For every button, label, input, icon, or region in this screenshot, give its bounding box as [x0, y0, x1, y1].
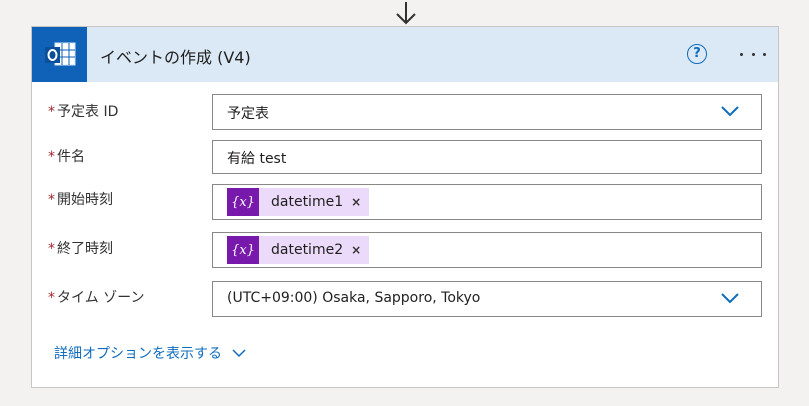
outlook-calendar-icon [32, 27, 87, 82]
required-mark: * [48, 192, 55, 208]
timezone-label-text: タイム ゾーン [57, 290, 145, 306]
more-dot-icon [751, 52, 755, 56]
calendar-id-label: * 予定表 ID [48, 101, 118, 121]
timezone-label: * タイム ゾーン [48, 287, 144, 307]
calendar-id-dropdown[interactable]: 予定表 [212, 94, 762, 130]
end-time-label: * 終了時刻 [48, 238, 113, 258]
advanced-options-text: 詳細オプションを表示する [54, 346, 222, 362]
end-time-label-text: 終了時刻 [57, 241, 113, 257]
start-time-input[interactable]: {x} datetime1 × [212, 184, 762, 220]
card-header[interactable]: イベントの作成 (V4) ? [32, 27, 778, 82]
start-time-label: * 開始時刻 [48, 189, 113, 209]
subject-input[interactable]: 有給 test [212, 140, 762, 174]
end-time-input[interactable]: {x} datetime2 × [212, 232, 762, 268]
help-button[interactable]: ? [687, 44, 707, 64]
token-label: datetime2 [271, 242, 344, 258]
variable-icon: {x} [227, 188, 259, 216]
remove-token-button[interactable]: × [351, 243, 369, 257]
start-time-token[interactable]: {x} datetime1 × [227, 188, 370, 216]
calendar-id-value: 予定表 [227, 106, 269, 122]
timezone-dropdown[interactable]: (UTC+09:00) Osaka, Sapporo, Tokyo [212, 281, 762, 317]
required-mark: * [48, 149, 55, 165]
start-time-label-text: 開始時刻 [57, 192, 113, 208]
chevron-down-icon[interactable] [721, 291, 739, 305]
flow-arrow-down-icon [396, 2, 416, 25]
timezone-value: (UTC+09:00) Osaka, Sapporo, Tokyo [227, 290, 481, 306]
subject-label-text: 件名 [57, 149, 85, 165]
create-event-action-card: イベントの作成 (V4) ? * 予定表 ID 予定表 * 件名 有給 test *… [31, 26, 779, 388]
subject-label: * 件名 [48, 146, 85, 166]
required-mark: * [48, 241, 55, 257]
card-title: イベントの作成 (V4) [100, 48, 251, 67]
token-label: datetime1 [271, 194, 344, 210]
more-dot-icon [740, 52, 743, 56]
show-advanced-options-link[interactable]: 詳細オプションを表示する [54, 343, 246, 363]
required-mark: * [48, 290, 55, 306]
more-options-button[interactable] [736, 42, 770, 66]
required-mark: * [48, 104, 55, 120]
chevron-down-icon[interactable] [721, 104, 739, 118]
subject-value: 有給 test [227, 151, 287, 167]
end-time-token[interactable]: {x} datetime2 × [227, 236, 370, 264]
chevron-down-icon [232, 349, 246, 358]
remove-token-button[interactable]: × [351, 195, 369, 209]
calendar-id-label-text: 予定表 ID [57, 104, 119, 120]
more-dot-icon [763, 52, 766, 56]
variable-icon: {x} [227, 236, 259, 264]
